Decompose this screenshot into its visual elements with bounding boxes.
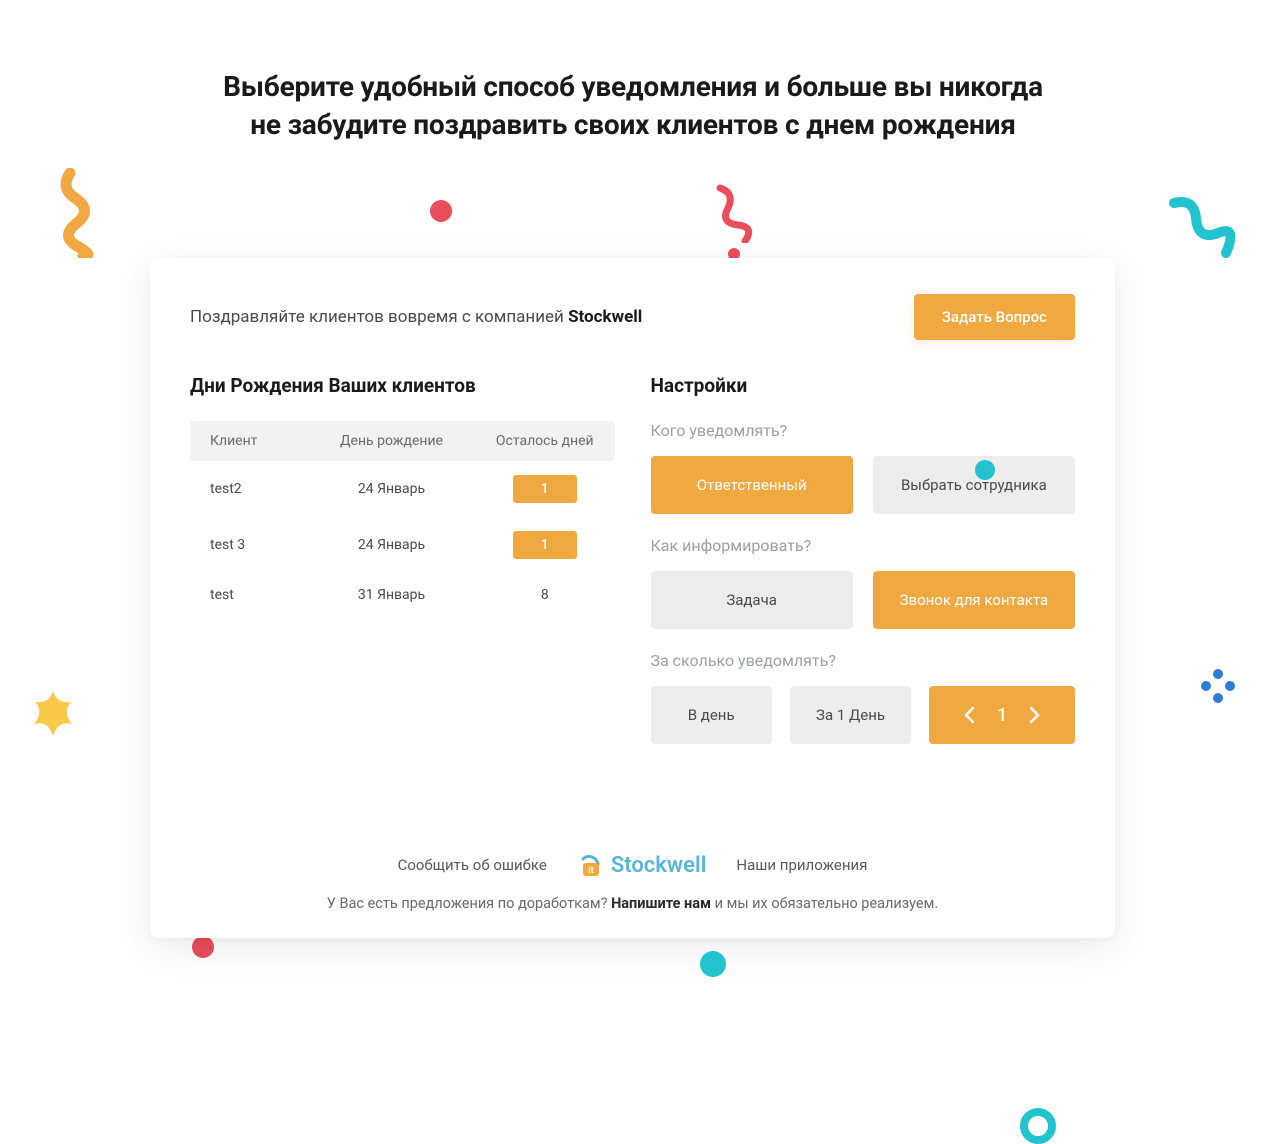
tagline: Поздравляйте клиентов вовремя с компание… [190, 307, 642, 327]
days-stepper: 1 [929, 686, 1075, 744]
card-footer: Сообщить об ошибке it Stockwell Наши при… [150, 851, 1115, 912]
brand-icon: it [577, 851, 605, 879]
table-row: test 324 Январь 1 [190, 517, 615, 573]
birthdays-title: Дни Рождения Ваших клиентов [190, 374, 615, 397]
our-apps-link[interactable]: Наши приложения [736, 856, 867, 874]
decor-squiggle-red [710, 183, 760, 243]
decor-dot-teal-top [975, 460, 995, 480]
report-bug-link[interactable]: Сообщить об ошибке [398, 856, 547, 874]
option-choose-employee[interactable]: Выбрать сотрудника [873, 456, 1075, 514]
cell-client: test2 [194, 481, 304, 497]
cell-days: 1 [479, 531, 611, 559]
option-one-day-before[interactable]: За 1 День [790, 686, 911, 744]
who-notify-label: Кого уведомлять? [651, 421, 1076, 440]
ask-question-button[interactable]: Задать Вопрос [914, 294, 1075, 340]
settings-title: Настройки [651, 374, 1076, 397]
stepper-decrement[interactable] [963, 706, 975, 724]
days-badge: 1 [513, 475, 577, 503]
option-responsible[interactable]: Ответственный [651, 456, 853, 514]
footer-suggestion: У Вас есть предложения по доработкам? На… [150, 895, 1115, 912]
cell-birthday: 24 Январь [304, 481, 479, 497]
chevron-right-icon [1029, 706, 1041, 724]
table-row: test224 Январь 1 [190, 461, 615, 517]
chevron-left-icon [963, 706, 975, 724]
decor-dot-teal-mid [700, 951, 726, 977]
brand-logo[interactable]: it Stockwell [577, 851, 707, 879]
svg-text:it: it [588, 866, 593, 876]
decor-squiggle-teal [1166, 193, 1236, 273]
cell-days: 1 [479, 475, 611, 503]
when-notify-label: За сколько уведомлять? [651, 651, 1076, 670]
how-inform-label: Как информировать? [651, 536, 1076, 555]
days-badge: 1 [513, 531, 577, 559]
days-value: 8 [541, 587, 549, 603]
write-us-link[interactable]: Напишите нам [611, 895, 711, 912]
page-heading: Выберите удобный способ уведомления и бо… [0, 68, 1266, 144]
cell-days: 8 [479, 587, 611, 603]
th-birthday: День рождение [304, 433, 479, 449]
decor-star-yellow [26, 688, 81, 743]
cell-birthday: 31 Январь [304, 587, 479, 603]
table-row: test31 Январь 8 [190, 573, 615, 617]
stepper-increment[interactable] [1029, 706, 1041, 724]
option-task[interactable]: Задача [651, 571, 853, 629]
decor-plus-blue [1198, 666, 1238, 706]
option-on-day[interactable]: В день [651, 686, 772, 744]
cell-client: test [194, 587, 304, 603]
decor-circle-teal-bottom [1020, 1108, 1056, 1144]
table-header: Клиент День рождение Осталось дней [190, 421, 615, 461]
cell-birthday: 24 Январь [304, 537, 479, 553]
stepper-value: 1 [997, 705, 1007, 726]
decor-dot-red [430, 200, 452, 222]
th-days-left: Осталось дней [479, 433, 611, 449]
birthdays-column: Дни Рождения Ваших клиентов Клиент День … [190, 374, 615, 744]
decor-dot-red-bottom [192, 936, 214, 958]
decor-squiggle-orange [55, 168, 110, 258]
th-client: Клиент [194, 433, 304, 449]
option-call-contact[interactable]: Звонок для контакта [873, 571, 1075, 629]
cell-client: test 3 [194, 537, 304, 553]
settings-column: Настройки Кого уведомлять? Ответственный… [651, 374, 1076, 744]
main-card: Поздравляйте клиентов вовремя с компание… [150, 258, 1115, 938]
